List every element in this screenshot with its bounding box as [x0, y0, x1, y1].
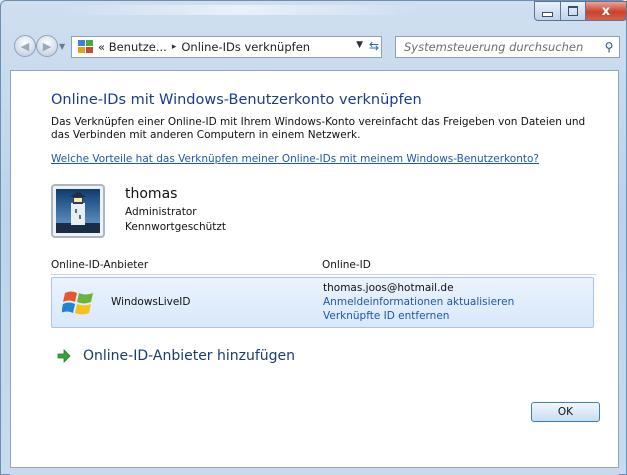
close-button[interactable]: x [585, 1, 627, 21]
address-bar[interactable]: « Benutze... ▸ Online-IDs verknüpfen ▼ ⇆ [71, 36, 382, 58]
back-icon: ◀ [20, 39, 30, 53]
forward-button[interactable]: ▶ [36, 35, 58, 57]
remove-linked-id-link[interactable]: Verknüpfte ID entfernen [323, 310, 449, 322]
update-credentials-link[interactable]: Anmeldeinformationen aktualisieren [323, 296, 514, 308]
green-arrow-icon [57, 349, 71, 363]
column-header-provider: Online-ID-Anbieter [51, 259, 149, 271]
avatar [51, 184, 105, 238]
minimize-icon [542, 11, 553, 17]
user-name: thomas [125, 186, 178, 202]
help-link[interactable]: Welche Vorteile hat das Verknüpfen meine… [51, 153, 539, 165]
user-role: Administrator [125, 206, 197, 218]
navigation-bar: ◀ ▶ ▼ « Benutze... ▸ Online-IDs verknüpf… [1, 30, 627, 64]
back-button[interactable]: ◀ [14, 35, 36, 57]
content-pane: Online-IDs mit Windows-Benutzerkonto ver… [10, 70, 619, 468]
user-picture-icon [56, 189, 100, 233]
maximize-icon [568, 6, 578, 16]
add-provider-label[interactable]: Online-ID-Anbieter hinzufügen [83, 348, 295, 364]
title-bar [61, 5, 421, 15]
window-bottom-edge [10, 469, 619, 475]
minimize-button[interactable] [534, 1, 561, 21]
ok-button[interactable]: OK [531, 402, 600, 422]
breadcrumb-parent[interactable]: « Benutze... [98, 40, 167, 54]
page-title: Online-IDs mit Windows-Benutzerkonto ver… [51, 92, 422, 108]
forward-icon: ▶ [42, 39, 52, 53]
recent-pages-icon[interactable]: ▼ [59, 42, 65, 51]
page-description: Das Verknüpfen einer Online-ID mit Ihrem… [51, 116, 586, 141]
address-dropdown-icon[interactable]: ▼ [356, 40, 363, 50]
add-provider-link[interactable]: Online-ID-Anbieter hinzufügen [57, 348, 295, 364]
search-input[interactable]: Systemsteuerung durchsuchen [404, 40, 599, 54]
header-divider [51, 274, 596, 275]
provider-name: WindowsLiveID [111, 296, 191, 308]
refresh-icon[interactable]: ⇆ [369, 39, 379, 53]
column-header-online-id: Online-ID [322, 259, 371, 271]
breadcrumb-separator[interactable]: ▸ [172, 42, 177, 52]
control-panel-icon [78, 40, 94, 54]
search-icon[interactable]: ⚲ [599, 40, 619, 54]
close-icon: x [601, 3, 611, 19]
user-protection-status: Kennwortgeschützt [125, 221, 227, 233]
search-box[interactable]: Systemsteuerung durchsuchen ⚲ [395, 36, 620, 58]
table-row[interactable]: WindowsLiveID thomas.joos@hotmail.de Anm… [51, 277, 594, 328]
windows-logo-icon [62, 291, 93, 315]
breadcrumb-current[interactable]: Online-IDs verknüpfen [181, 40, 310, 54]
online-id-email: thomas.joos@hotmail.de [323, 282, 454, 294]
maximize-button[interactable] [560, 1, 586, 21]
window-frame: x ◀ ▶ ▼ « Benutze... ▸ Online-IDs verknü… [0, 0, 627, 475]
